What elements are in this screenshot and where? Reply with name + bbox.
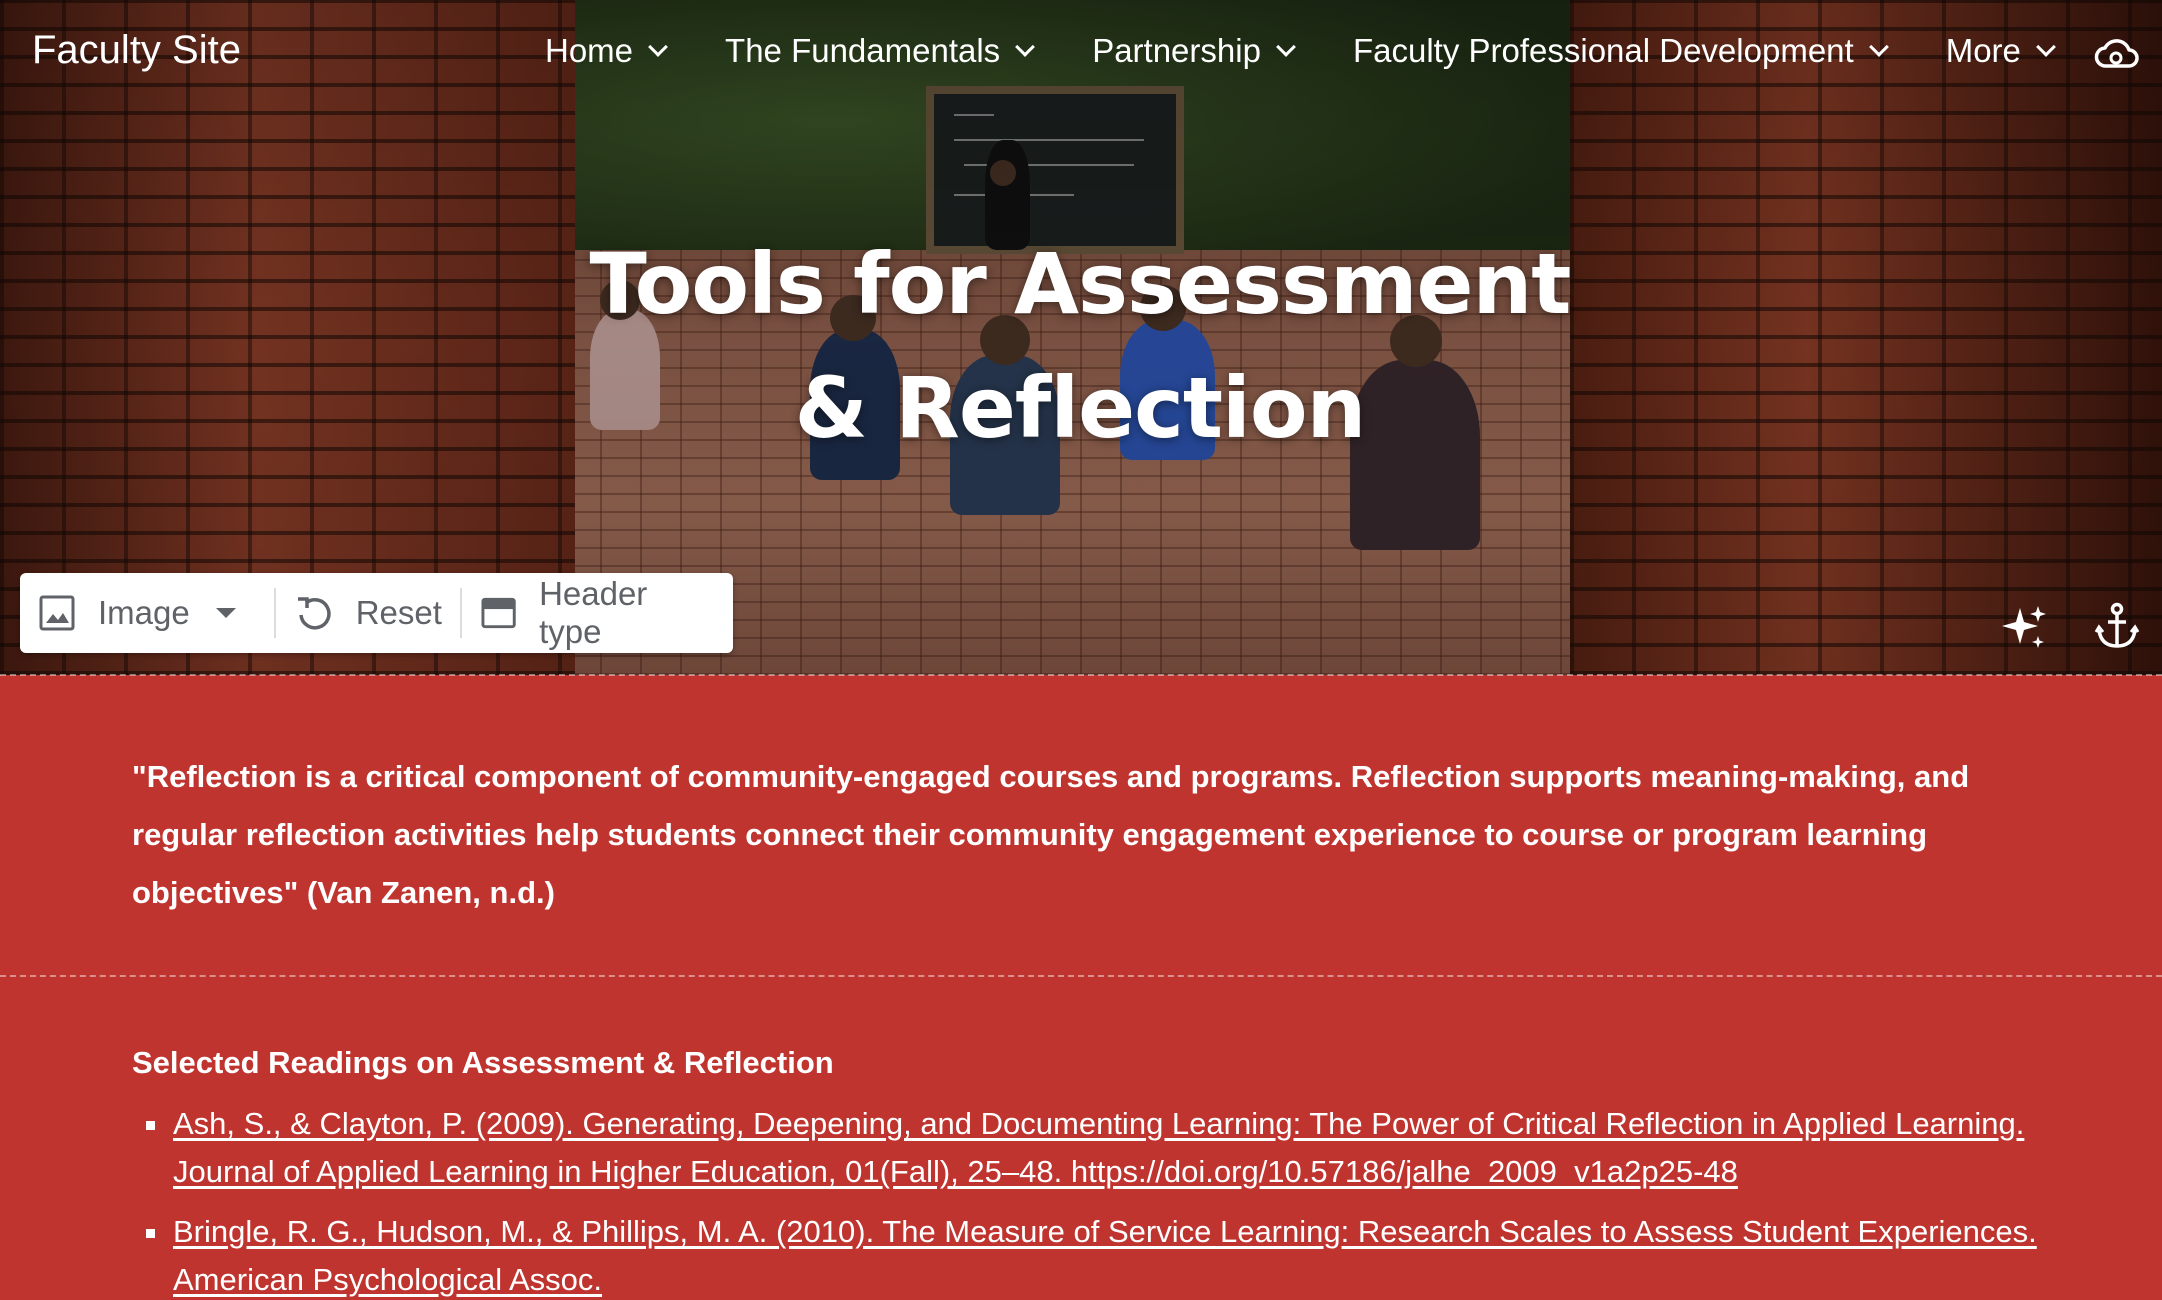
- site-title[interactable]: Faculty Site: [32, 28, 241, 73]
- header-edit-toolbar: Image Reset Header type: [20, 573, 733, 653]
- reflection-quote[interactable]: "Reflection is a critical component of c…: [132, 748, 2032, 922]
- nav-item-faculty-professional-development[interactable]: Faculty Professional Development: [1352, 32, 1889, 70]
- image-icon: [39, 595, 75, 631]
- nav-item-home[interactable]: Home: [545, 32, 668, 70]
- cloud-sync-icon[interactable]: [2094, 36, 2140, 72]
- header-type-icon: [481, 597, 516, 629]
- header-type-button-label: Header type: [539, 575, 648, 650]
- nav-item-label: Partnership: [1092, 32, 1261, 69]
- top-navigation: Home The Fundamentals Partnership Facult…: [545, 32, 2113, 70]
- reading-link[interactable]: Ash, S., & Clayton, P. (2009). Generatin…: [173, 1106, 2024, 1189]
- anchor-icon[interactable]: [2094, 602, 2140, 650]
- sparkle-icon[interactable]: [2000, 602, 2050, 652]
- image-button-label: Image: [98, 594, 190, 631]
- caret-down-icon: [215, 608, 236, 618]
- header-type-button[interactable]: Header type: [462, 573, 733, 653]
- readings-heading[interactable]: Selected Readings on Assessment & Reflec…: [132, 1045, 834, 1081]
- chevron-down-icon[interactable]: [648, 37, 668, 57]
- section-divider: [0, 975, 2162, 977]
- chevron-down-icon[interactable]: [1868, 37, 1889, 57]
- section-boundary: [0, 674, 2162, 676]
- nav-item-label: More: [1945, 32, 2021, 69]
- reset-icon: [297, 597, 331, 630]
- reset-button[interactable]: Reset: [276, 573, 460, 653]
- nav-item-label: Home: [545, 32, 634, 69]
- list-item: Bringle, R. G., Hudson, M., & Phillips, …: [132, 1208, 2062, 1300]
- chevron-down-icon[interactable]: [1276, 37, 1296, 57]
- list-item: Ash, S., & Clayton, P. (2009). Generatin…: [132, 1100, 2062, 1196]
- page-title[interactable]: Tools for Assessment & Reflection: [540, 222, 1620, 470]
- readings-list: Ash, S., & Clayton, P. (2009). Generatin…: [132, 1100, 2062, 1300]
- nav-item-more[interactable]: More: [1945, 32, 2056, 70]
- nav-item-partnership[interactable]: Partnership: [1092, 32, 1296, 70]
- nav-item-the-fundamentals[interactable]: The Fundamentals: [725, 32, 1036, 70]
- nav-item-label: Faculty Professional Development: [1352, 32, 1854, 69]
- reset-button-label: Reset: [355, 594, 442, 631]
- image-button[interactable]: Image: [20, 573, 274, 653]
- chevron-down-icon[interactable]: [1015, 37, 1036, 57]
- nav-item-label: The Fundamentals: [725, 32, 1001, 69]
- reading-link[interactable]: Bringle, R. G., Hudson, M., & Phillips, …: [173, 1214, 2037, 1297]
- chevron-down-icon[interactable]: [2035, 37, 2056, 57]
